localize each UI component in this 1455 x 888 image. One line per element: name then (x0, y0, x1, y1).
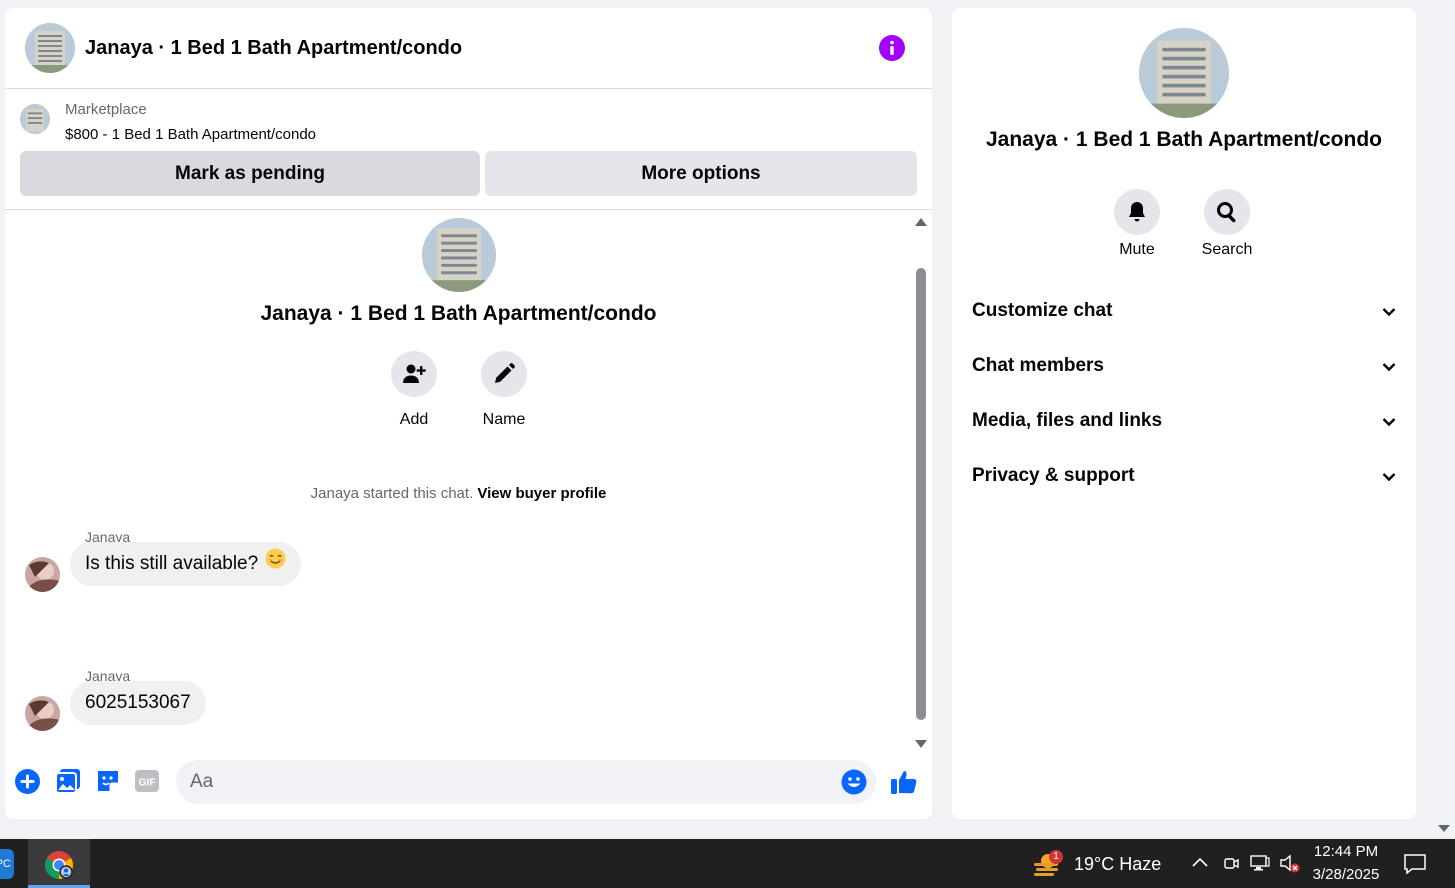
message-text: 6025153067 (85, 692, 191, 713)
search-icon (1217, 202, 1236, 223)
scroll-down-arrow-icon[interactable] (915, 740, 927, 748)
info-avatar (1139, 28, 1229, 118)
conversation-title: Janaya · 1 Bed 1 Bath Apartment/condo (260, 302, 657, 325)
clock-date[interactable]: 3/28/2025 (1306, 866, 1386, 883)
customize-chat-section[interactable]: Customize chat (972, 292, 1397, 332)
windows-taskbar: PC 1 19°C Haze 12:44 PM 3/28/2025 (0, 839, 1455, 888)
view-buyer-profile-link[interactable]: View buyer profile (477, 485, 606, 502)
add-person-icon (403, 364, 426, 383)
listing-price-title[interactable]: $800 - 1 Bed 1 Bath Apartment/condo (65, 126, 316, 143)
chrome-icon (45, 851, 73, 879)
name-label: Name (482, 411, 526, 428)
mark-as-pending-button[interactable]: Mark as pending (20, 151, 480, 196)
conversation-scrollbar[interactable] (913, 218, 929, 748)
scroll-up-arrow-icon[interactable] (915, 218, 927, 226)
chevron-down-icon (1382, 418, 1396, 427)
info-title: Janaya · 1 Bed 1 Bath Apartment/condo (986, 128, 1382, 151)
info-icon[interactable] (879, 35, 905, 61)
building-image (25, 23, 75, 73)
meet-now-icon[interactable] (1222, 854, 1240, 872)
thumbs-up-icon[interactable] (890, 768, 918, 801)
name-chat-button[interactable] (481, 351, 527, 397)
sender-avatar[interactable] (25, 696, 60, 731)
section-label: Customize chat (972, 300, 1113, 321)
more-options-button[interactable]: More options (485, 151, 917, 196)
chevron-up-icon[interactable] (1191, 854, 1209, 872)
chat-title[interactable]: Janaya · 1 Bed 1 Bath Apartment/condo (85, 37, 462, 60)
privacy-support-section[interactable]: Privacy & support (972, 457, 1397, 497)
weather-text[interactable]: 19°C Haze (1074, 854, 1161, 875)
mute-button[interactable] (1114, 189, 1160, 235)
mute-label: Mute (1119, 241, 1155, 258)
add-label: Add (399, 411, 429, 428)
photo-icon[interactable] (55, 768, 83, 796)
section-label: Media, files and links (972, 410, 1163, 431)
building-image (422, 218, 496, 292)
network-icon[interactable] (1250, 854, 1270, 872)
chevron-down-icon (1382, 308, 1396, 317)
search-button[interactable] (1204, 189, 1250, 235)
sender-avatar[interactable] (25, 557, 60, 592)
search-label: Search (1201, 241, 1253, 258)
notification-center-icon[interactable] (1403, 853, 1427, 875)
volume-muted-icon[interactable] (1279, 854, 1301, 874)
chat-started-text: Janaya started this chat. (310, 485, 474, 502)
section-label: Privacy & support (972, 465, 1135, 486)
message-input[interactable] (176, 760, 876, 804)
section-label: Chat members (972, 355, 1104, 376)
chat-avatar[interactable] (25, 23, 75, 73)
listing-label: Marketplace (65, 101, 147, 118)
media-files-links-section[interactable]: Media, files and links (972, 402, 1397, 442)
bell-icon (1129, 202, 1145, 222)
chevron-down-icon (1382, 473, 1396, 482)
add-circle-icon[interactable] (14, 768, 42, 796)
chat-started-notice: Janaya started this chat. View buyer pro… (5, 485, 912, 502)
pc-app-icon[interactable]: PC (0, 849, 14, 879)
chevron-down-icon (1382, 363, 1396, 372)
building-image (1139, 28, 1229, 118)
chat-header: Janaya · 1 Bed 1 Bath Apartment/condo (5, 8, 932, 89)
building-image (20, 104, 50, 134)
chat-info-panel: Janaya · 1 Bed 1 Bath Apartment/condo Mu… (952, 8, 1416, 819)
chat-panel: Janaya · 1 Bed 1 Bath Apartment/condo Ma… (5, 8, 932, 819)
chat-members-section[interactable]: Chat members (972, 347, 1397, 387)
smiling-face-icon (265, 542, 286, 586)
clock-time[interactable]: 12:44 PM (1306, 843, 1386, 860)
add-people-button[interactable] (391, 351, 437, 397)
page-scroll-down-arrow-icon[interactable] (1438, 825, 1450, 832)
scrollbar-thumb[interactable] (916, 268, 926, 720)
message-bubble[interactable]: Is this still available? (70, 542, 302, 586)
marketplace-listing: Marketplace $800 - 1 Bed 1 Bath Apartmen… (5, 89, 932, 210)
gif-icon[interactable]: GIF (134, 768, 162, 796)
chrome-taskbar-button[interactable] (28, 839, 90, 888)
sticker-icon[interactable] (95, 768, 123, 796)
weather-alert-badge: 1 (1049, 850, 1063, 864)
conversation-area: Janaya · 1 Bed 1 Bath Apartment/condo Ad… (5, 210, 932, 753)
message-text: Is this still available? (85, 553, 259, 575)
pencil-icon (495, 363, 515, 383)
message-bubble[interactable]: 6025153067 (70, 681, 206, 725)
emoji-icon[interactable] (841, 769, 867, 800)
gif-text: GIF (139, 778, 156, 789)
conversation-avatar (422, 218, 496, 292)
listing-thumbnail[interactable] (20, 104, 50, 134)
message-composer: GIF (5, 758, 932, 808)
